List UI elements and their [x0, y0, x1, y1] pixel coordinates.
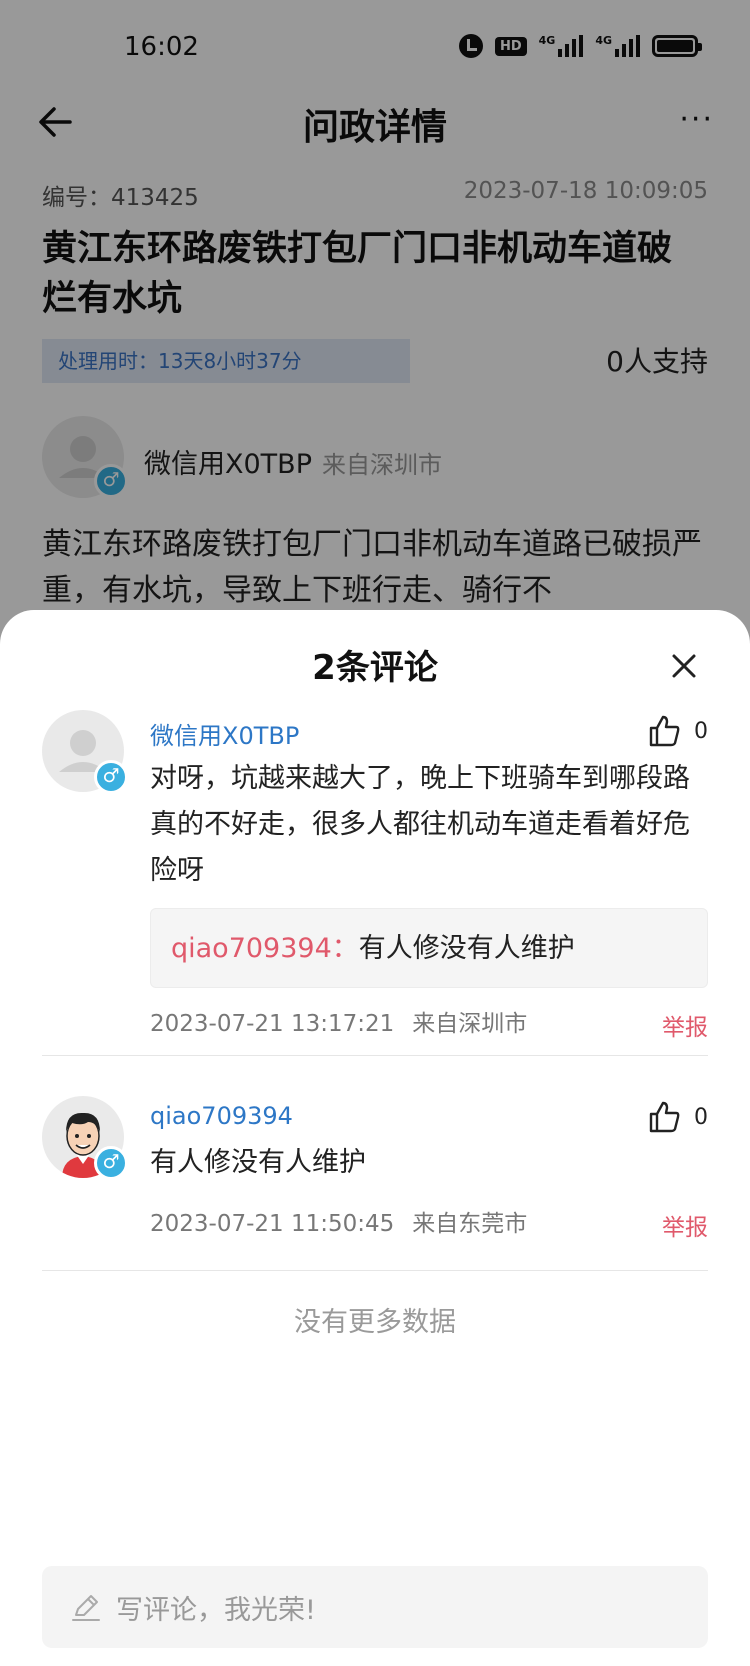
- thumb-up-icon: [649, 715, 680, 747]
- comment-location: 来自深圳市: [412, 1011, 528, 1037]
- close-icon[interactable]: [668, 650, 700, 682]
- male-icon: ♂: [94, 760, 128, 794]
- like-button[interactable]: 0: [648, 1100, 708, 1134]
- report-button[interactable]: 举报: [662, 1208, 708, 1242]
- comment-item: ♂ 微信用X0TBP 0 对呀，坑越来越大了，晚上下班骑车到哪段路真的不好走，很…: [42, 710, 708, 1042]
- like-count: 0: [694, 1104, 708, 1130]
- comment-item: ♂ qiao709394 0 有人修没有人维护 2023-07-21 11:50…: [42, 1096, 708, 1241]
- no-more-data: 没有更多数据: [294, 1307, 456, 1338]
- divider: [42, 1055, 708, 1056]
- comment-text: 有人修没有人维护: [150, 1147, 366, 1178]
- comment-meta: 2023-07-21 11:50:45 来自东莞市: [150, 1204, 527, 1238]
- report-button[interactable]: 举报: [662, 1008, 708, 1042]
- comment-user[interactable]: qiao709394: [150, 1102, 293, 1130]
- like-count: 0: [694, 718, 708, 744]
- comment-text: 对呀，坑越来越大了，晚上下班骑车到哪段路真的不好走，很多人都往机动车道走看着好危…: [150, 763, 690, 886]
- pen-icon: [72, 1595, 100, 1621]
- write-comment-input[interactable]: 写评论，我光荣!: [42, 1566, 708, 1648]
- divider: [42, 1270, 708, 1271]
- reply-user: qiao709394：: [171, 933, 359, 964]
- comment-time: 2023-07-21 13:17:21: [150, 1011, 395, 1037]
- reply-box[interactable]: qiao709394：有人修没有人维护: [150, 908, 708, 988]
- like-button[interactable]: 0: [648, 714, 708, 748]
- comment-location: 来自东莞市: [412, 1211, 528, 1237]
- comment-user[interactable]: 微信用X0TBP: [150, 716, 299, 751]
- reply-text: 有人修没有人维护: [358, 933, 575, 964]
- comments-sheet: 2条评论 ♂ 微信用X0TBP 0 对呀，坑越来越大了，晚上下班骑车到哪段路真的…: [0, 610, 750, 1666]
- comments-title: 2条评论: [312, 648, 438, 688]
- comment-time: 2023-07-21 11:50:45: [150, 1211, 395, 1237]
- thumb-up-icon: [649, 1101, 680, 1133]
- comment-meta: 2023-07-21 13:17:21 来自深圳市: [150, 1004, 527, 1038]
- male-icon: ♂: [94, 1146, 128, 1180]
- write-comment-placeholder: 写评论，我光荣!: [116, 1594, 316, 1626]
